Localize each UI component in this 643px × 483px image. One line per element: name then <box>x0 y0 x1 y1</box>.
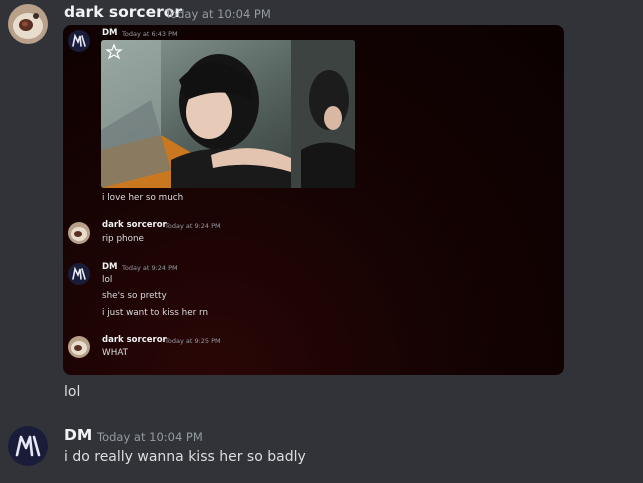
message-timestamp: Today at 10:04 PM <box>97 430 203 444</box>
embed-author: dark sorceror <box>102 335 167 345</box>
avatar-dm[interactable] <box>8 426 48 466</box>
message-timestamp: Today at 10:04 PM <box>165 7 271 21</box>
avatar-dark-sorceror[interactable] <box>8 4 48 44</box>
embed-timestamp: Today at 9:24 PM <box>165 222 221 230</box>
message-author[interactable]: DM <box>64 426 92 444</box>
embed-message-text: she's so pretty <box>102 291 167 301</box>
embed-message-text: lol <box>102 275 113 285</box>
embed-author: DM <box>102 262 118 272</box>
message-text: lol <box>64 384 81 400</box>
dark-sorceror-avatar <box>68 336 90 358</box>
embed-timestamp: Today at 6:43 PM <box>122 30 178 38</box>
embed-message-text: i love her so much <box>102 193 184 203</box>
message-text: i do really wanna kiss her so badly <box>64 449 306 465</box>
embed-timestamp: Today at 9:25 PM <box>165 337 221 345</box>
embed-message-text: rip phone <box>102 234 144 244</box>
embed-author: DM <box>102 28 118 38</box>
dm-avatar <box>68 30 90 52</box>
embed-message-text: i just want to kiss her rn <box>102 308 209 318</box>
dm-avatar <box>68 263 90 285</box>
attached-photo <box>101 40 355 188</box>
embed-timestamp: Today at 9:24 PM <box>122 264 178 272</box>
embed-author: dark sorceror <box>102 220 167 230</box>
embed-message-text: WHAT <box>102 348 129 358</box>
embedded-chat-screenshot[interactable]: DM Today at 6:43 PM i love her so much d… <box>63 25 564 375</box>
dark-sorceror-avatar <box>68 222 90 244</box>
